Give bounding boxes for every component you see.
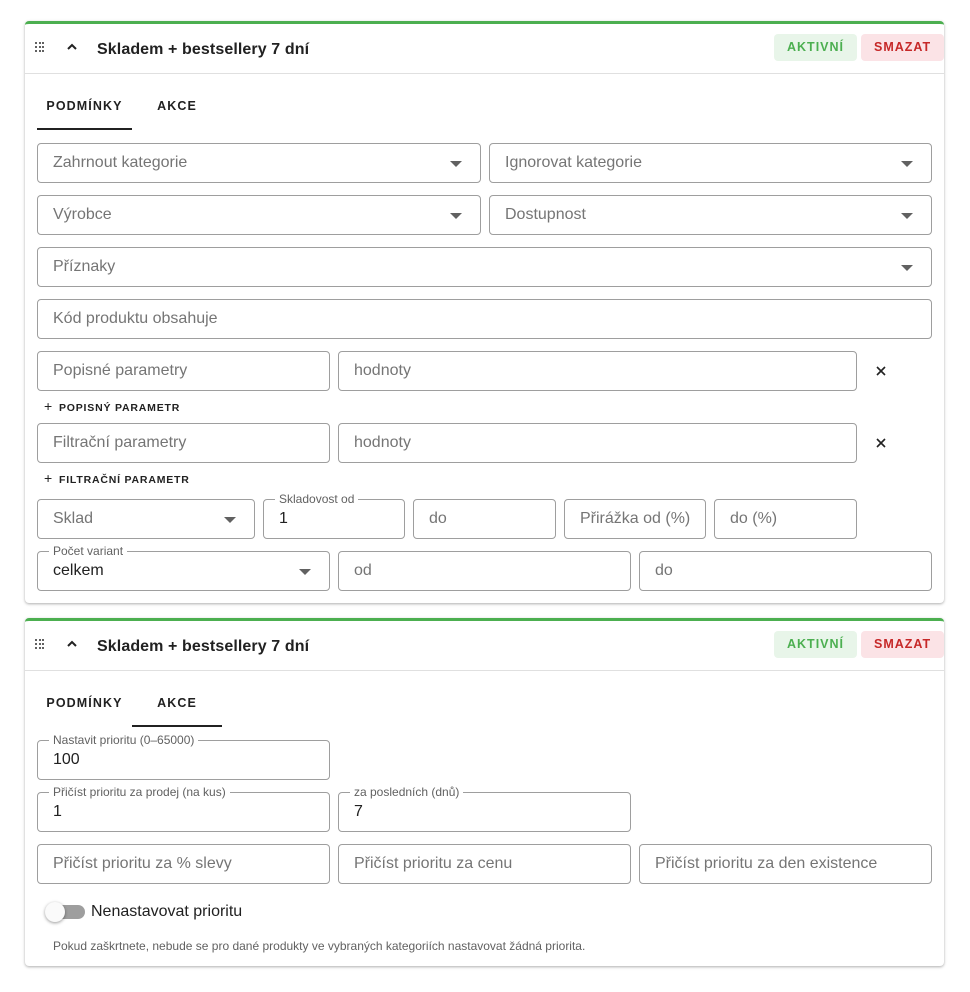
dropdown-arrow-icon: [450, 213, 462, 219]
input-value: 1: [53, 803, 62, 820]
close-icon[interactable]: [875, 365, 887, 377]
ignore-categories-select[interactable]: Ignorovat kategorie: [489, 143, 932, 183]
input-placeholder: do: [429, 510, 447, 527]
add-link-label: FILTRAČNÍ PARAMETR: [58, 474, 190, 486]
close-icon[interactable]: [875, 437, 887, 449]
dropdown-arrow-icon: [901, 161, 913, 167]
rule-title: Skladem + bestsellery 7 dní: [97, 41, 310, 58]
dropdown-arrow-icon: [299, 569, 311, 575]
tab-actions[interactable]: AKCE: [132, 679, 222, 727]
add-priority-per-discount-input[interactable]: Přičíst prioritu za % slevy: [37, 844, 330, 884]
descriptive-params-input[interactable]: Popisné parametry: [37, 351, 330, 391]
input-placeholder: do: [655, 562, 673, 579]
dropdown-arrow-icon: [901, 265, 913, 271]
rule-card-1: Skladem + bestsellery 7 dní AKTIVNÍ SMAZ…: [25, 21, 945, 603]
tab-label: PODMÍNKY: [46, 99, 123, 113]
stock-to-input[interactable]: do: [413, 499, 556, 539]
rule-card-header: Skladem + bestsellery 7 dní AKTIVNÍ SMAZ…: [25, 621, 945, 671]
markup-from-input[interactable]: Přirážka od (%): [564, 499, 706, 539]
descriptive-values-input[interactable]: hodnoty: [338, 351, 857, 391]
select-placeholder: Výrobce: [53, 206, 112, 223]
last-days-input[interactable]: za posledních (dnů) 7: [338, 785, 631, 832]
input-placeholder: Filtrační parametry: [53, 434, 187, 451]
add-link-label: POPISNÝ PARAMETR: [58, 402, 181, 414]
field-label: Nastavit prioritu (0–65000): [49, 733, 199, 747]
add-priority-per-price-input[interactable]: Přičíst prioritu za cenu: [338, 844, 631, 884]
active-button[interactable]: AKTIVNÍ: [774, 631, 857, 658]
markup-to-input[interactable]: do (%): [714, 499, 857, 539]
field-label: Skladovost od: [275, 492, 359, 506]
include-categories-select[interactable]: Zahrnout kategorie: [37, 143, 481, 183]
tab-actions[interactable]: AKCE: [132, 82, 222, 130]
active-button[interactable]: AKTIVNÍ: [774, 34, 857, 61]
select-placeholder: Zahrnout kategorie: [53, 154, 188, 171]
chevron-up-icon[interactable]: [65, 40, 79, 54]
add-filter-param-button[interactable]: + FILTRAČNÍ PARAMETR: [44, 470, 190, 486]
variant-count-select[interactable]: Počet variant celkem: [37, 544, 330, 591]
rule-title: Skladem + bestsellery 7 dní: [97, 638, 310, 655]
tab-selected-indicator: [132, 725, 222, 727]
drag-handle-icon[interactable]: [35, 42, 44, 53]
stock-from-input[interactable]: Skladovost od 1: [263, 492, 405, 539]
plus-icon: +: [44, 470, 53, 486]
select-placeholder: Ignorovat kategorie: [505, 154, 642, 171]
select-placeholder: Sklad: [53, 510, 94, 527]
manufacturer-select[interactable]: Výrobce: [37, 195, 481, 235]
input-placeholder: od: [354, 562, 372, 579]
availability-select[interactable]: Dostupnost: [489, 195, 932, 235]
field-label: za posledních (dnů): [350, 785, 464, 799]
tab-conditions[interactable]: PODMÍNKY: [37, 82, 132, 130]
filter-values-input[interactable]: hodnoty: [338, 423, 857, 463]
set-priority-input[interactable]: Nastavit prioritu (0–65000) 100: [37, 733, 330, 780]
input-placeholder: hodnoty: [354, 362, 411, 379]
select-value: celkem: [53, 562, 104, 579]
input-value: 7: [354, 803, 363, 820]
chevron-up-icon[interactable]: [65, 637, 79, 651]
add-priority-per-sale-input[interactable]: Přičíst prioritu za prodej (na kus) 1: [37, 785, 330, 832]
drag-handle-icon[interactable]: [35, 639, 44, 650]
input-placeholder: Kód produktu obsahuje: [53, 310, 218, 327]
input-value: 1: [279, 510, 288, 527]
field-label: Přičíst prioritu za prodej (na kus): [49, 785, 230, 799]
field-label: Počet variant: [49, 544, 128, 558]
select-placeholder: Dostupnost: [505, 206, 586, 223]
tab-label: AKCE: [157, 696, 197, 710]
add-priority-per-day-input[interactable]: Přičíst prioritu za den existence: [639, 844, 932, 884]
delete-button[interactable]: SMAZAT: [861, 631, 945, 658]
tab-label: AKCE: [157, 99, 197, 113]
input-placeholder: Přičíst prioritu za % slevy: [53, 855, 232, 872]
input-placeholder: do (%): [730, 510, 778, 527]
warehouse-select[interactable]: Sklad: [37, 499, 255, 539]
flags-select[interactable]: Příznaky: [37, 247, 932, 287]
tab-label: PODMÍNKY: [46, 696, 123, 710]
input-placeholder: hodnoty: [354, 434, 411, 451]
dropdown-arrow-icon: [450, 161, 462, 167]
toggle-thumb: [45, 902, 65, 922]
input-placeholder: Přičíst prioritu za den existence: [655, 855, 878, 872]
input-placeholder: Přičíst prioritu za cenu: [354, 855, 513, 872]
no-priority-hint: Pokud zaškrtnete, nebude se pro dané pro…: [53, 939, 586, 953]
rule-card-header: Skladem + bestsellery 7 dní AKTIVNÍ SMAZ…: [25, 24, 945, 74]
delete-button[interactable]: SMAZAT: [861, 34, 945, 61]
input-placeholder: Přirážka od (%): [580, 510, 691, 527]
plus-icon: +: [44, 398, 53, 414]
tab-selected-indicator: [37, 128, 132, 130]
dropdown-arrow-icon: [224, 517, 236, 523]
variant-from-input[interactable]: od: [338, 551, 631, 591]
select-placeholder: Příznaky: [53, 258, 116, 275]
no-priority-label: Nenastavovat prioritu: [91, 903, 243, 920]
variant-to-input[interactable]: do: [639, 551, 932, 591]
rule-card-2: Skladem + bestsellery 7 dní AKTIVNÍ SMAZ…: [25, 618, 945, 966]
no-priority-toggle[interactable]: [45, 902, 85, 922]
input-value: 100: [53, 751, 80, 768]
product-code-input[interactable]: Kód produktu obsahuje: [37, 299, 932, 339]
dropdown-arrow-icon: [901, 213, 913, 219]
tab-conditions[interactable]: PODMÍNKY: [37, 679, 132, 727]
input-placeholder: Popisné parametry: [53, 362, 188, 379]
filter-params-input[interactable]: Filtrační parametry: [37, 423, 330, 463]
add-descriptive-param-button[interactable]: + POPISNÝ PARAMETR: [44, 398, 180, 414]
